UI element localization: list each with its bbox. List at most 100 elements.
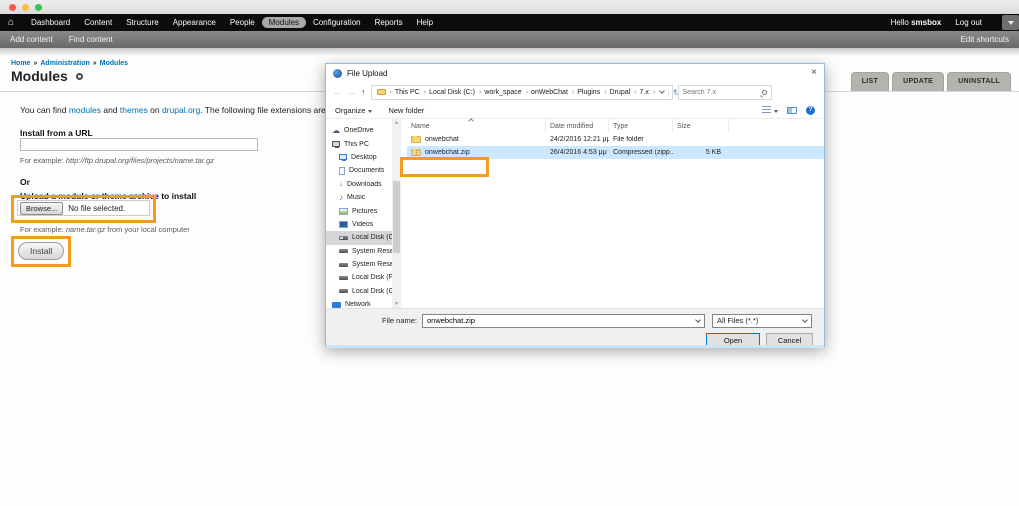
breadcrumb-administration[interactable]: Administration — [40, 60, 89, 67]
address-bar[interactable]: This PC Local Disk (C:) work_space onWeb… — [370, 84, 680, 100]
forward-icon[interactable]: → — [347, 87, 356, 97]
chevron-down-icon[interactable] — [695, 316, 701, 323]
intro-paragraph: You can find modules and themes on drupa… — [20, 105, 355, 115]
column-headers: Name Date modified Type Size — [407, 118, 824, 133]
file-name-label: File name: — [381, 316, 417, 325]
column-header-size[interactable]: Size — [673, 119, 729, 133]
up-icon[interactable]: ↑ — [361, 87, 366, 97]
shortcuts-bar: Add content Find content Edit shortcuts — [0, 31, 1019, 48]
music-note-icon: ♪ — [339, 192, 343, 202]
dialog-close-icon[interactable]: × — [811, 68, 817, 78]
address-crumb-this-pc[interactable]: This PC — [388, 89, 420, 96]
address-crumb-onwebchat[interactable]: onWebChat — [524, 89, 568, 96]
drupalorg-link[interactable]: drupal.org — [162, 105, 200, 115]
browse-button[interactable]: Browse... — [20, 201, 64, 215]
scrollbar-thumb[interactable] — [393, 181, 400, 253]
tree-item-music[interactable]: ♪ Music — [326, 191, 392, 204]
breadcrumb-modules[interactable]: Modules — [100, 60, 128, 67]
drive-icon — [339, 235, 348, 240]
drive-icon — [339, 275, 348, 280]
search-box[interactable] — [677, 84, 772, 100]
edit-shortcuts-link[interactable]: Edit shortcuts — [961, 35, 1009, 44]
preview-pane-icon[interactable] — [787, 106, 797, 114]
no-file-selected-text: No file selected. — [68, 203, 126, 213]
scroll-up-icon[interactable]: ▲ — [394, 120, 399, 126]
tab-list[interactable]: LIST — [850, 72, 890, 91]
file-upload-dialog: File Upload × ← → ↑ This PC Local Disk (… — [325, 63, 825, 348]
file-row-onwebchat[interactable]: onwebchat 24/2/2016 12:21 μμ File folder — [407, 133, 824, 146]
back-icon[interactable]: ← — [333, 87, 342, 97]
cloud-icon: ☁ — [332, 125, 340, 135]
dialog-title: File Upload — [347, 68, 388, 78]
menu-help[interactable]: Help — [410, 17, 440, 28]
help-icon[interactable]: ? — [806, 105, 815, 115]
menu-dashboard[interactable]: Dashboard — [24, 17, 77, 28]
menu-appearance[interactable]: Appearance — [166, 17, 223, 28]
address-crumb-drupal[interactable]: Drupal — [602, 89, 631, 96]
sidebar-scrollbar[interactable]: ▲ ▼ — [392, 119, 401, 308]
tree-item-onedrive[interactable]: ☁ OneDrive — [326, 124, 392, 137]
tree-item-local-disk-c[interactable]: Local Disk (C:) — [326, 231, 392, 245]
scroll-down-icon[interactable]: ▼ — [394, 301, 399, 307]
address-crumb-work-space[interactable]: work_space — [477, 89, 521, 96]
tree-item-videos[interactable]: Videos — [326, 218, 392, 231]
toolbar-toggle-button[interactable] — [1002, 15, 1019, 30]
address-crumb-7x[interactable]: 7.x — [632, 89, 649, 96]
menu-people[interactable]: People — [223, 17, 262, 28]
tree-item-local-disk-g[interactable]: Local Disk (G:) — [326, 285, 392, 298]
shortcut-find-content[interactable]: Find content — [69, 35, 113, 44]
menu-modules[interactable]: Modules — [261, 17, 307, 28]
user-greeting: Hello smsbox — [890, 18, 942, 27]
themes-link[interactable]: themes — [120, 105, 148, 115]
shortcut-add-content[interactable]: Add content — [10, 35, 53, 44]
tree-item-pictures[interactable]: Pictures — [326, 204, 392, 217]
menu-reports[interactable]: Reports — [368, 17, 410, 28]
tab-update[interactable]: UPDATE — [892, 72, 945, 91]
file-name-combobox[interactable] — [422, 313, 705, 328]
tree-item-local-disk-f[interactable]: Local Disk (F:) — [326, 271, 392, 284]
maximize-window-icon[interactable] — [35, 3, 42, 11]
tree-item-network[interactable]: Network — [326, 298, 392, 308]
contextual-gear-icon[interactable] — [75, 72, 83, 80]
tree-item-desktop[interactable]: Desktop — [326, 151, 392, 164]
breadcrumb: Home» Administration» Modules — [11, 60, 129, 67]
tree-item-documents[interactable]: Documents — [326, 164, 392, 177]
tree-item-system-reserved-2[interactable]: System Reserved — [326, 258, 392, 271]
column-header-date-modified[interactable]: Date modified — [546, 119, 609, 133]
home-icon[interactable]: ⌂ — [8, 17, 14, 28]
tree-item-downloads[interactable]: ↓ Downloads — [326, 178, 392, 191]
install-button[interactable]: Install — [18, 242, 65, 260]
dialog-titlebar[interactable]: File Upload × — [326, 64, 824, 82]
install-url-input[interactable] — [20, 138, 258, 151]
minimize-window-icon[interactable] — [22, 3, 29, 11]
file-name-input[interactable] — [423, 316, 696, 325]
monitor-icon — [339, 154, 347, 162]
search-input[interactable] — [682, 88, 757, 96]
tree-item-system-reserved-1[interactable]: System Reserved — [326, 245, 392, 258]
organize-button[interactable]: Organize — [335, 106, 373, 115]
firefox-icon — [333, 68, 342, 78]
address-dropdown-icon[interactable] — [659, 88, 666, 94]
menu-content[interactable]: Content — [77, 17, 119, 28]
tab-uninstall[interactable]: UNINSTALL — [947, 72, 1011, 91]
close-window-icon[interactable] — [9, 3, 16, 11]
modules-link[interactable]: modules — [69, 105, 101, 115]
breadcrumb-home[interactable]: Home — [11, 60, 30, 67]
chevron-down-icon — [802, 316, 808, 323]
column-header-name[interactable]: Name — [407, 118, 546, 133]
admin-toolbar: ⌂ Dashboard Content Structure Appearance… — [0, 14, 1019, 31]
address-crumb-local-disk-c[interactable]: Local Disk (C:) — [422, 89, 475, 96]
dialog-main: ☁ OneDrive This PC Desktop Documents ↓ Dow… — [326, 118, 824, 308]
logout-link[interactable]: Log out — [955, 18, 982, 27]
menu-structure[interactable]: Structure — [119, 17, 165, 28]
tree-item-this-pc[interactable]: This PC — [326, 137, 392, 150]
column-header-type[interactable]: Type — [609, 119, 673, 133]
file-type-select[interactable]: All Files (*.*) — [712, 313, 812, 328]
drive-icon — [339, 249, 348, 254]
file-upload-field: Browse... No file selected. — [17, 200, 150, 216]
menu-configuration[interactable]: Configuration — [306, 17, 368, 28]
new-folder-button[interactable]: New folder — [388, 106, 424, 115]
search-icon[interactable] — [761, 89, 767, 95]
address-crumb-plugins[interactable]: Plugins — [570, 89, 600, 96]
views-button[interactable] — [762, 105, 778, 115]
